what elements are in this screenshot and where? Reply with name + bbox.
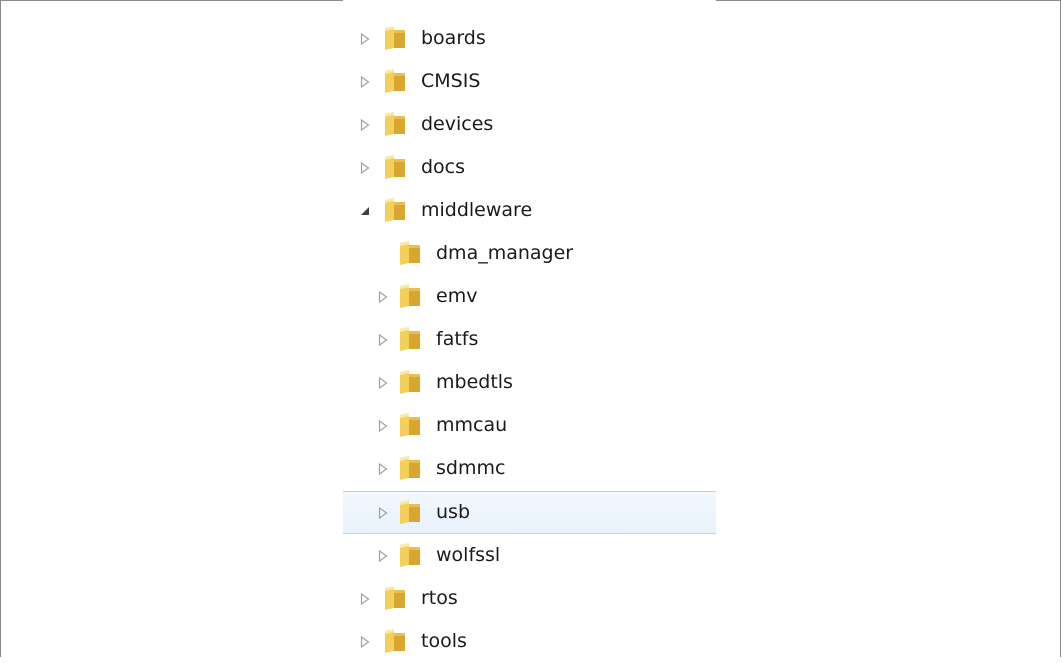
tree-item-label: wolfssl <box>436 544 501 566</box>
collapse-arrow-icon[interactable] <box>359 204 371 218</box>
tree-item-emv[interactable]: emv <box>343 275 716 318</box>
tree-item-boards[interactable]: boards <box>343 17 716 60</box>
tree-item-label: rtos <box>421 587 458 609</box>
tree-item-label: CMSIS <box>421 70 481 92</box>
tree-item-wolfssl[interactable]: wolfssl <box>343 534 716 577</box>
folder-icon <box>400 543 420 567</box>
expand-arrow-icon[interactable] <box>359 32 371 46</box>
folder-icon <box>400 241 420 265</box>
tree-item-label: fatfs <box>436 328 479 350</box>
tree-item-mbedtls[interactable]: mbedtls <box>343 361 716 404</box>
tree-item-label: sdmmc <box>436 457 506 479</box>
tree-item-sdmmc[interactable]: sdmmc <box>343 447 716 490</box>
tree-item-docs[interactable]: docs <box>343 146 716 189</box>
tree-item-label: devices <box>421 113 494 135</box>
expand-arrow-icon[interactable] <box>359 75 371 89</box>
expand-arrow-icon[interactable] <box>377 376 389 390</box>
folder-icon <box>385 69 405 93</box>
folder-icon <box>385 586 405 610</box>
expand-arrow-icon[interactable] <box>359 635 371 649</box>
folder-icon <box>400 456 420 480</box>
expand-arrow-icon[interactable] <box>377 549 389 563</box>
tree-item-mmcau[interactable]: mmcau <box>343 404 716 447</box>
folder-tree-pane[interactable]: boards CMSIS devices docs middleware dma… <box>343 0 716 657</box>
tree-item-label: emv <box>436 285 478 307</box>
tree-item-label: tools <box>421 630 467 652</box>
tree-item-usb[interactable]: usb <box>343 491 716 534</box>
expand-arrow-icon[interactable] <box>377 290 389 304</box>
tree-item-label: boards <box>421 27 486 49</box>
folder-icon <box>385 26 405 50</box>
folder-icon <box>400 370 420 394</box>
tree-item-fatfs[interactable]: fatfs <box>343 318 716 361</box>
folder-icon <box>400 500 420 524</box>
tree-item-label: middleware <box>421 199 533 221</box>
expand-arrow-icon[interactable] <box>377 506 389 520</box>
expand-arrow-icon[interactable] <box>377 333 389 347</box>
tree-item-label: docs <box>421 156 466 178</box>
tree-item-label: usb <box>436 501 471 523</box>
expand-arrow-icon[interactable] <box>377 462 389 476</box>
folder-icon <box>385 198 405 222</box>
folder-icon <box>385 629 405 653</box>
tree-item-middleware[interactable]: middleware <box>343 189 716 232</box>
tree-item-dma-manager[interactable]: dma_manager <box>343 232 716 275</box>
tree-item-devices[interactable]: devices <box>343 103 716 146</box>
folder-icon <box>400 284 420 308</box>
tree-item-cmsis[interactable]: CMSIS <box>343 60 716 103</box>
expand-arrow-icon[interactable] <box>359 118 371 132</box>
folder-icon <box>385 155 405 179</box>
tree-item-label: dma_manager <box>436 242 574 264</box>
folder-icon <box>400 413 420 437</box>
expand-arrow-icon[interactable] <box>377 419 389 433</box>
expand-arrow-icon[interactable] <box>359 592 371 606</box>
folder-icon <box>385 112 405 136</box>
tree-item-label: mmcau <box>436 414 508 436</box>
folder-icon <box>400 327 420 351</box>
tree-item-rtos[interactable]: rtos <box>343 577 716 620</box>
expand-arrow-icon[interactable] <box>359 161 371 175</box>
tree-item-label: mbedtls <box>436 371 513 393</box>
